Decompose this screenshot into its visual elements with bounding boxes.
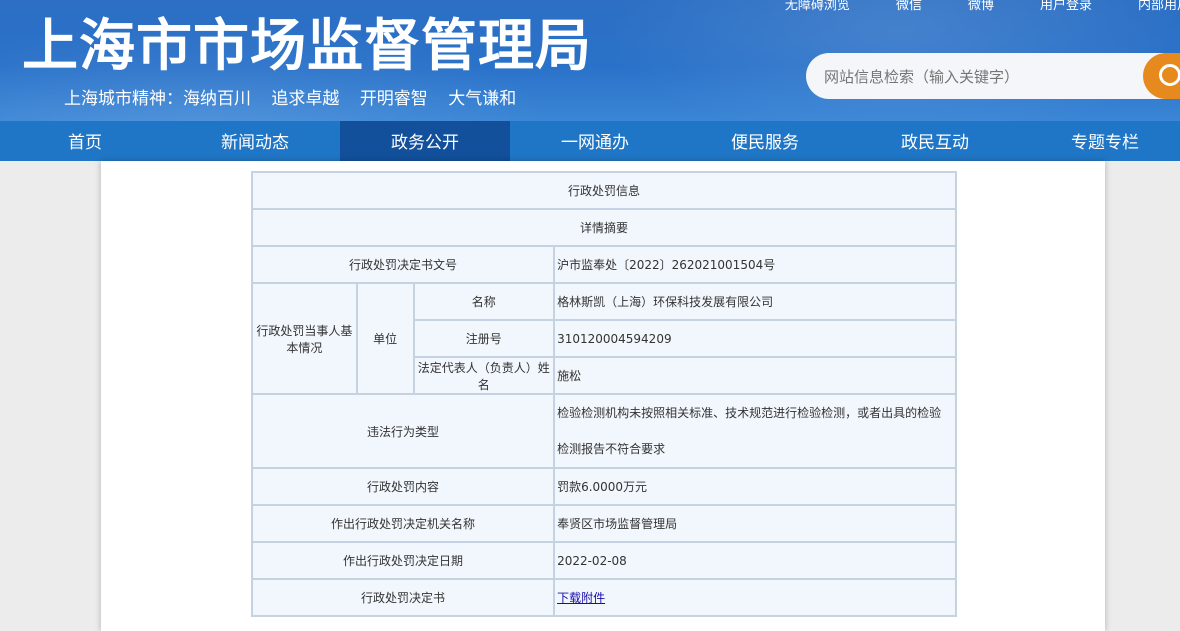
- main-nav: 首页 新闻动态 政务公开 一网通办 便民服务 政民互动 专题专栏: [0, 121, 1180, 161]
- registration-label: 注册号: [412, 319, 556, 358]
- table-title: 行政处罚信息: [251, 171, 957, 210]
- decision-date-label: 作出行政处罚决定日期: [250, 541, 556, 580]
- search-button[interactable]: [1143, 53, 1180, 99]
- penalty-content-label: 行政处罚内容: [250, 467, 556, 506]
- nav-online-services[interactable]: 一网通办: [510, 121, 680, 161]
- nav-interaction[interactable]: 政民互动: [850, 121, 1020, 161]
- nav-special-topics[interactable]: 专题专栏: [1020, 121, 1180, 161]
- slogan-part: 上海城市精神：海纳百川: [64, 89, 251, 109]
- nav-government-affairs[interactable]: 政务公开: [340, 121, 510, 161]
- party-info-label: 行政处罚当事人基本情况: [251, 282, 358, 395]
- site-title[interactable]: 上海市市场监督管理局: [22, 14, 592, 80]
- slogan-part: 开明睿智: [359, 89, 428, 109]
- weibo-link[interactable]: 微博: [968, 0, 994, 13]
- representative-label: 法定代表人（负责人）姓名: [412, 356, 556, 395]
- violation-type-label: 违法行为类型: [250, 393, 556, 469]
- wechat-link[interactable]: 微信: [896, 0, 922, 13]
- user-login-link[interactable]: 用户登录: [1040, 0, 1092, 13]
- slogan-part: 追求卓越: [271, 89, 340, 109]
- table-subtitle: 详情摘要: [251, 208, 957, 247]
- download-attachment-link[interactable]: 下载附件: [557, 591, 605, 605]
- representative-value: 施松: [553, 356, 957, 395]
- unit-label: 单位: [355, 282, 415, 395]
- slogan-part: 大气谦和: [448, 89, 517, 109]
- search-box: [806, 53, 1180, 101]
- nav-public-services[interactable]: 便民服务: [680, 121, 850, 161]
- authority-value: 奉贤区市场监督管理局: [553, 504, 957, 543]
- authority-label: 作出行政处罚决定机关名称: [250, 504, 556, 543]
- doc-number-value: 沪市监奉处〔2022〕262021001504号: [553, 245, 957, 284]
- internal-user-link[interactable]: 内部用户: [1138, 0, 1180, 13]
- search-icon: [1159, 64, 1180, 86]
- penalty-content-value: 罚款6.0000万元: [553, 467, 957, 506]
- city-slogan: 上海城市精神：海纳百川 追求卓越 开明睿智 大气谦和: [64, 88, 531, 110]
- doc-number-label: 行政处罚决定书文号: [250, 245, 556, 284]
- name-value: 格林斯凯（上海）环保科技发展有限公司: [553, 282, 957, 321]
- decision-doc-cell: 下载附件: [553, 578, 957, 617]
- violation-type-value: 检验检测机构未按照相关标准、技术规范进行检验检测，或者出具的检验检测报告不符合要…: [553, 393, 957, 469]
- search-input[interactable]: [822, 53, 1146, 101]
- top-links: 无障碍浏览 微信 微博 用户登录 内部用户: [785, 0, 1180, 13]
- nav-news[interactable]: 新闻动态: [170, 121, 340, 161]
- penalty-info-table: 行政处罚信息 详情摘要 行政处罚决定书文号 沪市监奉处〔2022〕2620210…: [250, 171, 957, 617]
- site-header: 上海市市场监督管理局 上海城市精神：海纳百川 追求卓越 开明睿智 大气谦和 无障…: [0, 0, 1180, 121]
- registration-value: 310120004594209: [553, 319, 957, 358]
- decision-date-value: 2022-02-08: [553, 541, 957, 580]
- decision-doc-label: 行政处罚决定书: [250, 578, 556, 617]
- nav-home[interactable]: 首页: [0, 121, 170, 161]
- name-label: 名称: [412, 282, 556, 321]
- accessibility-link[interactable]: 无障碍浏览: [785, 0, 850, 13]
